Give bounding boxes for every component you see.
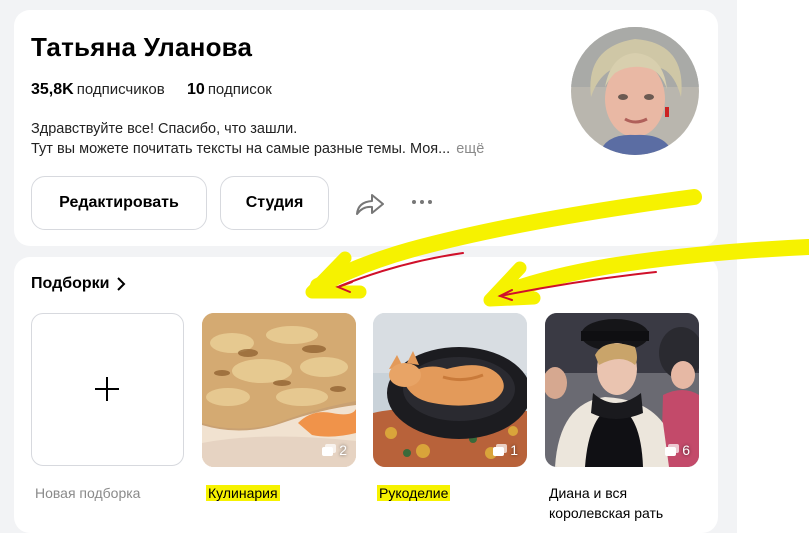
collection-label-handicraft[interactable]: Рукоделие: [377, 483, 451, 503]
stack-icon: [493, 444, 508, 456]
collections-header[interactable]: Подборки: [31, 275, 126, 293]
collection-label-cooking[interactable]: Кулинария: [206, 483, 280, 503]
collection-label-diana[interactable]: Диана и вся королевская рать: [549, 483, 709, 523]
bio-line: Тут вы можете почитать тексты на самые р…: [31, 141, 451, 157]
bio-line: Здравствуйте все! Спасибо, что зашли.: [31, 121, 298, 137]
collections-card: Подборки 2 1 6 Новая подборка Кулинария …: [14, 257, 718, 533]
stack-icon: [322, 444, 337, 456]
chevron-right-icon: [116, 277, 125, 291]
subscriptions-label: подписок: [207, 81, 272, 98]
bio-more-link[interactable]: ещё: [456, 141, 484, 157]
stack-icon: [665, 444, 680, 456]
collection-count: 1: [493, 442, 518, 458]
collection-count: 6: [665, 442, 690, 458]
more-dots-icon[interactable]: [410, 190, 434, 214]
new-collection-label[interactable]: Новая подборка: [35, 483, 140, 503]
subscribers-label: подписчиков: [76, 81, 165, 98]
page-right-margin: [737, 0, 809, 533]
profile-bio: Здравствуйте все! Спасибо, что зашли. Ту…: [31, 119, 551, 159]
subscriptions-stat[interactable]: 10 подписок: [187, 81, 272, 98]
profile-name: Татьяна Уланова: [31, 32, 253, 62]
collection-tile-cooking[interactable]: 2: [202, 313, 356, 467]
profile-stats: 35,8K подписчиков 10 подписок: [31, 81, 272, 99]
collection-count: 2: [322, 442, 347, 458]
new-collection-tile[interactable]: [31, 313, 184, 466]
subscribers-stat[interactable]: 35,8K подписчиков: [31, 81, 169, 98]
subscribers-count: 35,8K: [31, 81, 74, 98]
avatar[interactable]: [571, 27, 699, 155]
studio-button[interactable]: Студия: [220, 176, 329, 230]
collection-tile-handicraft[interactable]: 1: [373, 313, 527, 467]
collections-title: Подборки: [31, 275, 110, 292]
share-icon[interactable]: [354, 190, 386, 218]
profile-card: Татьяна Уланова 35,8K подписчиков 10 подпи…: [14, 10, 718, 246]
collection-tile-diana[interactable]: 6: [545, 313, 699, 467]
plus-icon: [95, 377, 119, 401]
edit-profile-button[interactable]: Редактировать: [31, 176, 207, 230]
subscriptions-count: 10: [187, 81, 205, 98]
